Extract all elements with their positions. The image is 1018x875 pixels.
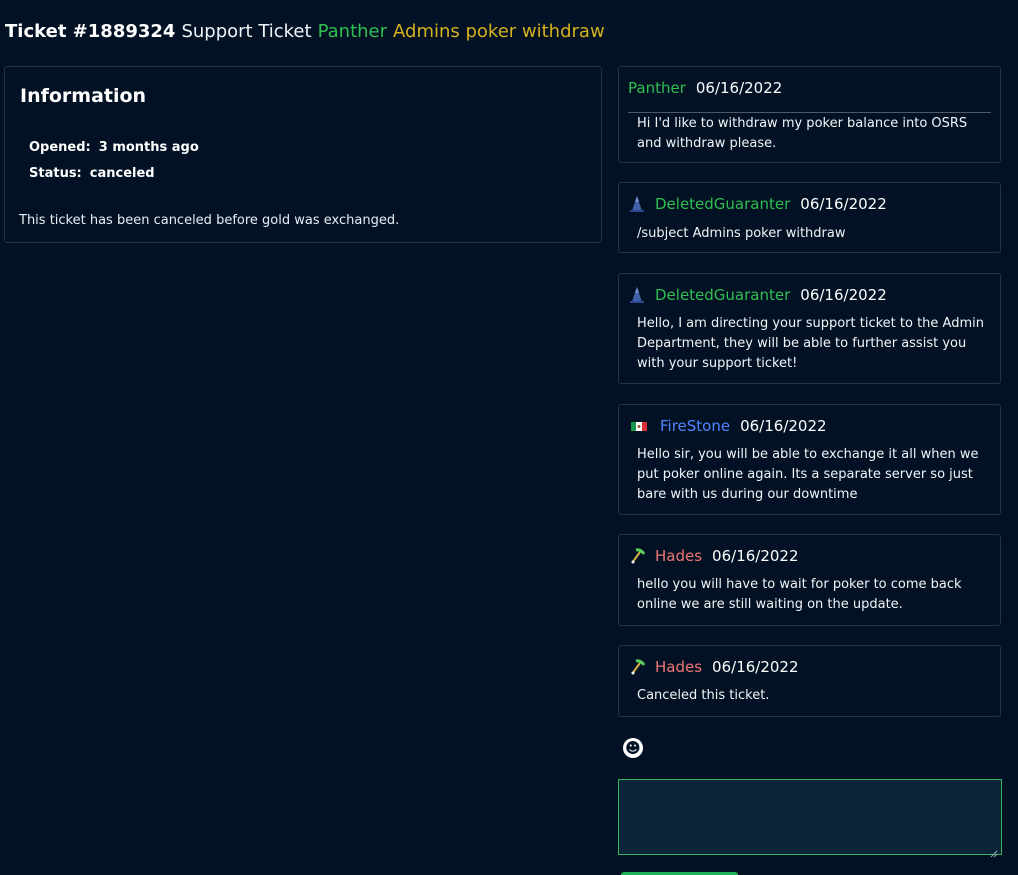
message-header: Hades 06/16/2022 bbox=[628, 545, 799, 567]
message-card: Panther 06/16/2022 Hi I'd like to withdr… bbox=[618, 66, 1001, 163]
message-date: 06/16/2022 bbox=[695, 79, 783, 97]
message-card: Hades 06/16/2022 Canceled this ticket. bbox=[618, 645, 1001, 717]
status-row: Status: canceled bbox=[29, 166, 155, 181]
information-heading: Information bbox=[20, 85, 147, 107]
smiley-face-icon[interactable]: ☻ bbox=[623, 738, 643, 758]
message-date: 06/16/2022 bbox=[800, 195, 887, 213]
message-header: FireStone 06/16/2022 bbox=[630, 415, 827, 437]
message-card: DeletedGuaranter 06/16/2022 /subject Adm… bbox=[618, 182, 1001, 253]
reply-textarea[interactable] bbox=[618, 779, 1002, 855]
message-card: Hades 06/16/2022 hello you will have to … bbox=[618, 534, 1001, 626]
message-author[interactable]: Hades bbox=[655, 547, 702, 565]
message-body: hello you will have to wait for poker to… bbox=[637, 577, 962, 612]
opened-value: 3 months ago bbox=[98, 140, 199, 155]
pickaxe-icon bbox=[628, 658, 646, 676]
ticket-status-note: This ticket has been canceled before gol… bbox=[19, 213, 400, 228]
wizard-hat-icon bbox=[628, 195, 646, 213]
ticket-page: Ticket #1889324 Support Ticket Panther Admi… bbox=[0, 0, 1018, 875]
message-header: Panther 06/16/2022 bbox=[628, 77, 782, 99]
status-label: Status: bbox=[29, 166, 82, 181]
message-author[interactable]: Panther bbox=[628, 79, 686, 97]
mexico-flag-icon bbox=[630, 417, 648, 435]
message-author[interactable]: Hades bbox=[655, 658, 702, 676]
message-author[interactable]: FireStone bbox=[660, 417, 730, 435]
status-value: canceled bbox=[89, 166, 155, 181]
message-date: 06/16/2022 bbox=[712, 658, 799, 676]
ticket-number: Ticket #1889324 bbox=[5, 21, 176, 42]
message-header: DeletedGuaranter 06/16/2022 bbox=[628, 284, 887, 306]
ticket-subject: Admins poker withdraw bbox=[393, 21, 605, 42]
message-body: Hello, I am directing your support ticke… bbox=[637, 316, 984, 371]
message-body: Hello sir, you will be able to exchange … bbox=[637, 447, 979, 502]
message-author[interactable]: DeletedGuaranter bbox=[655, 286, 790, 304]
message-card: FireStone 06/16/2022 Hello sir, you will… bbox=[618, 404, 1001, 515]
opened-label: Opened: bbox=[29, 140, 91, 155]
opened-row: Opened: 3 months ago bbox=[29, 140, 199, 155]
message-card: DeletedGuaranter 06/16/2022 Hello, I am … bbox=[618, 273, 1001, 384]
message-date: 06/16/2022 bbox=[740, 417, 827, 435]
message-date: 06/16/2022 bbox=[800, 286, 887, 304]
message-author[interactable]: DeletedGuaranter bbox=[655, 195, 790, 213]
pickaxe-icon bbox=[628, 547, 646, 565]
ticket-title-row: Ticket #1889324 Support Ticket Panther Admi… bbox=[5, 20, 611, 44]
message-body: Hi I'd like to withdraw my poker balance… bbox=[637, 116, 968, 151]
ticket-kind: Support Ticket bbox=[181, 21, 312, 42]
message-header: Hades 06/16/2022 bbox=[628, 656, 799, 678]
ticket-user[interactable]: Panther bbox=[318, 21, 387, 42]
message-divider bbox=[628, 112, 991, 113]
information-panel: Information Opened: 3 months ago Status: c… bbox=[4, 66, 602, 243]
message-date: 06/16/2022 bbox=[712, 547, 799, 565]
message-body: /subject Admins poker withdraw bbox=[637, 226, 846, 241]
wizard-hat-icon bbox=[628, 286, 646, 304]
resize-grip-icon[interactable] bbox=[989, 843, 998, 858]
message-body: Canceled this ticket. bbox=[637, 688, 770, 703]
message-header: DeletedGuaranter 06/16/2022 bbox=[628, 193, 887, 215]
